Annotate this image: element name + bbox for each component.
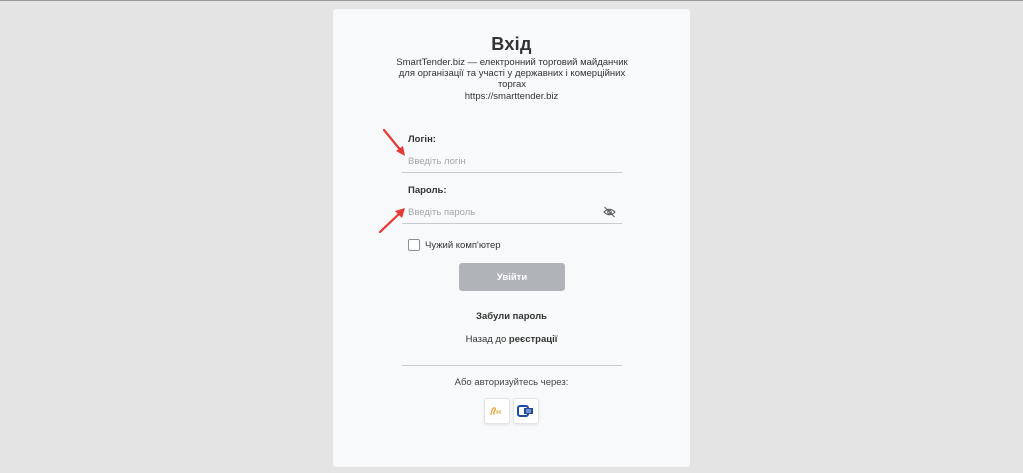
annotation-arrow-login	[382, 128, 405, 156]
back-to-registration: Назад до реєстрації	[333, 334, 690, 345]
foreign-computer-checkbox[interactable]	[408, 239, 420, 251]
divider	[402, 365, 622, 366]
back-prefix: Назад до	[465, 334, 509, 345]
window-top-border	[0, 0, 1023, 1]
password-input[interactable]	[408, 202, 598, 222]
login-button[interactable]: Увійти	[459, 263, 565, 291]
login-label: Логін:	[408, 134, 436, 145]
eye-slash-icon[interactable]	[603, 206, 616, 218]
registration-link[interactable]: реєстрації	[509, 334, 558, 345]
alt-auth-label: Або авторизуйтесь через:	[454, 377, 569, 388]
provider-button-key[interactable]	[484, 398, 510, 424]
annotation-arrow-password	[378, 208, 405, 234]
site-url: https://smarttender.biz	[464, 91, 559, 102]
sign-provider-icon	[517, 405, 533, 417]
page-title: Вхід	[491, 34, 532, 54]
password-label: Пароль:	[408, 185, 447, 196]
password-field-wrapper	[402, 200, 622, 224]
foreign-computer-label: Чужий комп'ютер	[425, 239, 501, 251]
login-input[interactable]	[408, 151, 598, 171]
key-signature-icon	[490, 407, 501, 416]
forgot-password-link[interactable]: Забули пароль	[333, 311, 690, 322]
provider-button-sign[interactable]	[513, 398, 539, 424]
foreign-computer-row[interactable]: Чужий комп'ютер	[408, 238, 501, 252]
login-card: Вхід SmartTender.biz — електронний торго…	[333, 9, 690, 467]
site-description: SmartTender.biz — електронний торговий м…	[396, 57, 628, 90]
login-field-wrapper	[402, 149, 622, 173]
